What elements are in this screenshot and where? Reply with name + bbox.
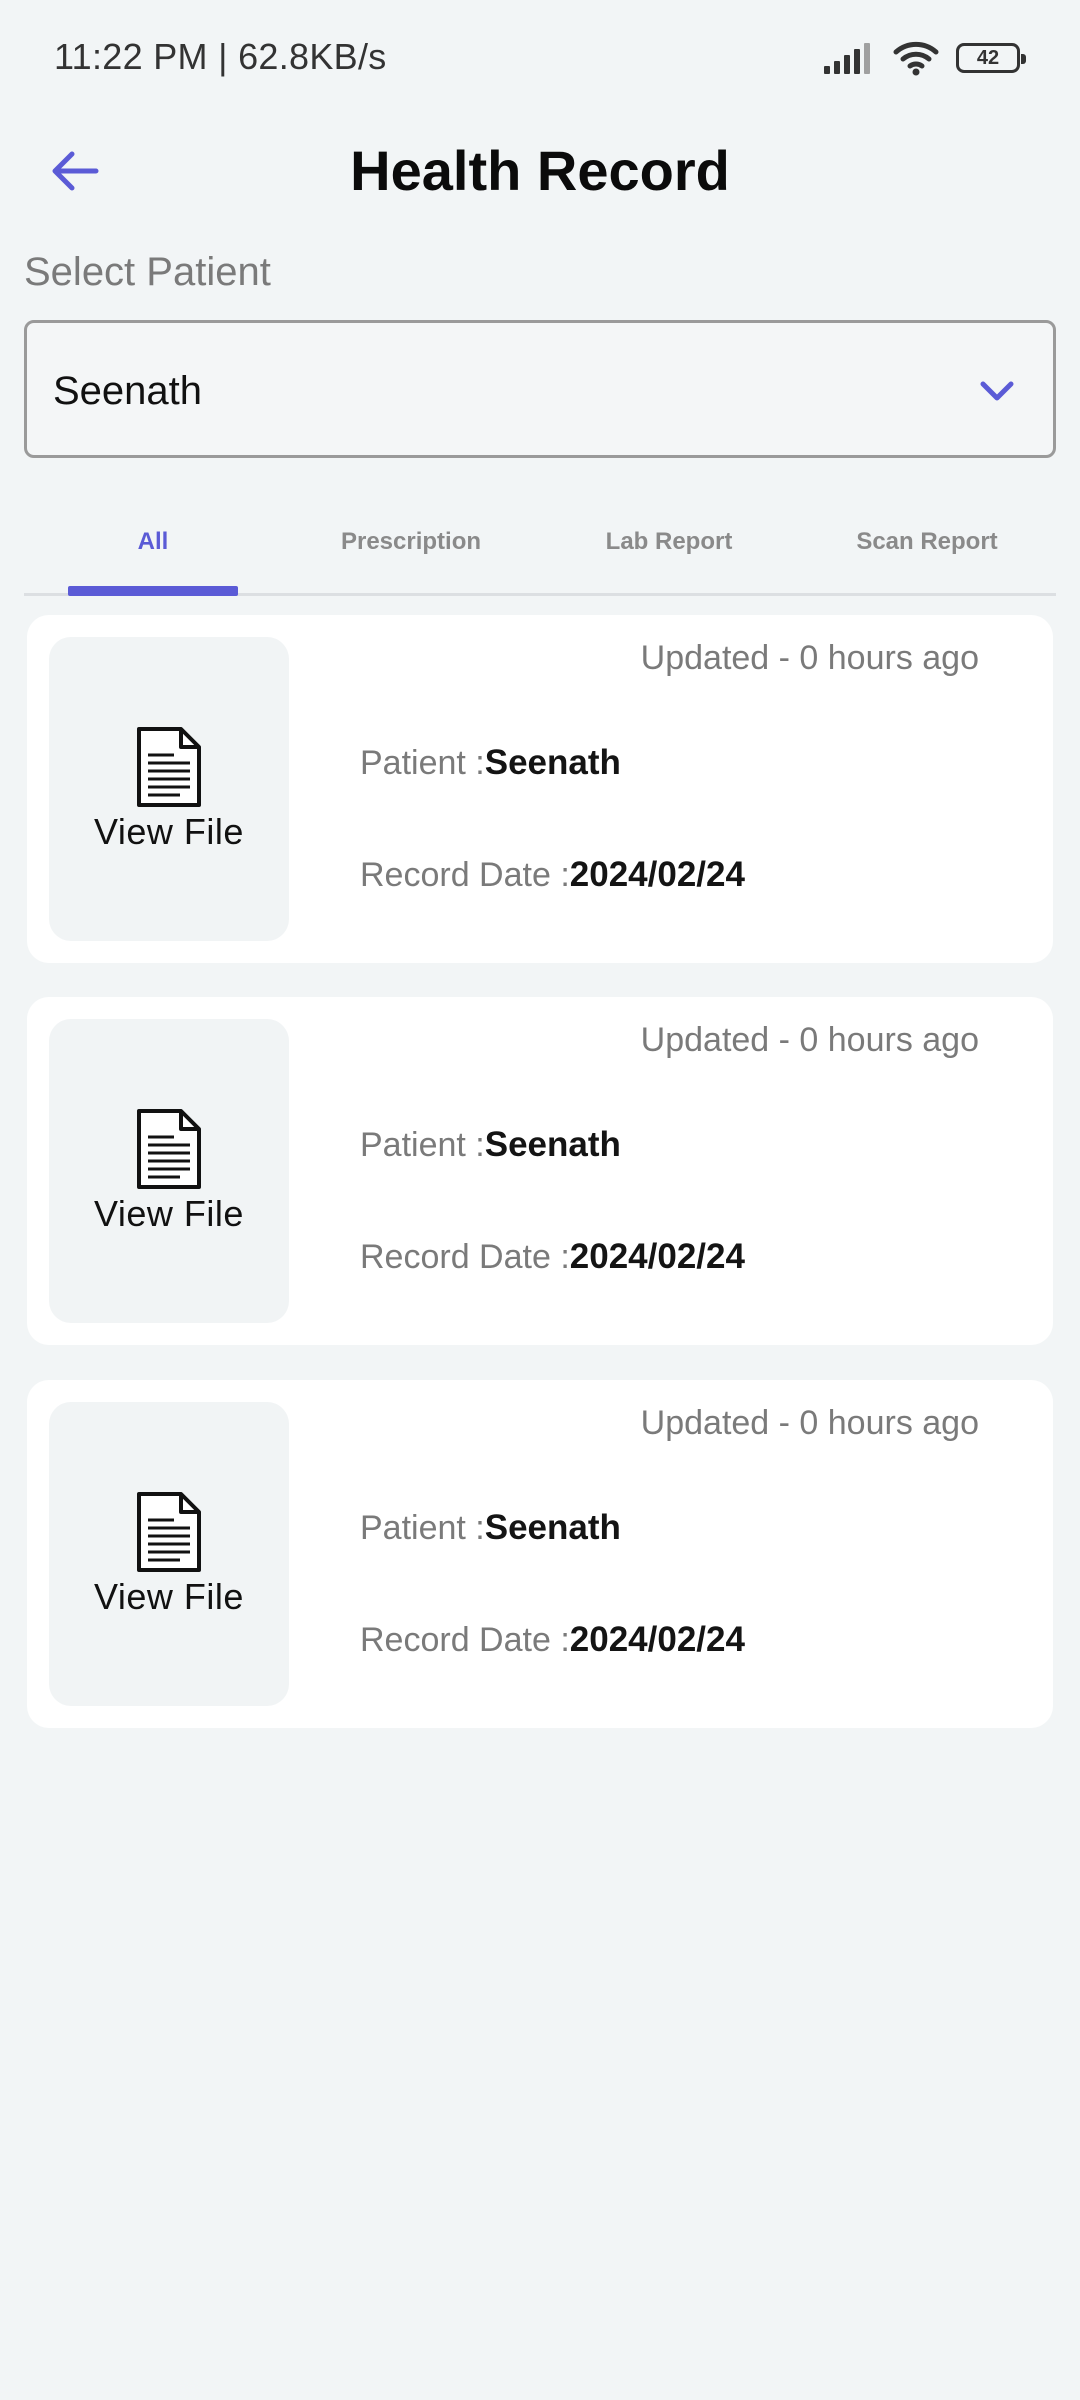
patient-dropdown[interactable]: Seenath [24, 320, 1056, 458]
view-file-button[interactable]: View File [49, 637, 289, 941]
tab-lab-report[interactable]: Lab Report [540, 500, 798, 596]
patient-info: Patient :Seenath [360, 1508, 621, 1548]
tab-indicator [68, 586, 238, 596]
patient-name: Seenath [484, 1508, 621, 1547]
tab-all[interactable]: All [24, 500, 282, 596]
select-patient-label: Select Patient [24, 250, 271, 294]
record-card[interactable]: View File Updated - 0 hours ago Patient … [27, 997, 1053, 1345]
updated-time: Updated - 0 hours ago [640, 1404, 979, 1442]
patient-label: Patient : [360, 1126, 485, 1164]
tab-prescription[interactable]: Prescription [282, 500, 540, 596]
view-file-button[interactable]: View File [49, 1402, 289, 1706]
record-date: 2024/02/24 [569, 1237, 745, 1276]
record-date-info: Record Date :2024/02/24 [360, 855, 745, 895]
battery-level: 42 [976, 46, 1000, 69]
updated-time: Updated - 0 hours ago [640, 639, 979, 677]
updated-time: Updated - 0 hours ago [640, 1021, 979, 1059]
document-icon [137, 1109, 201, 1189]
patient-info: Patient :Seenath [360, 743, 621, 783]
app-bar: Health Record [0, 118, 1080, 222]
record-type-tabs: All Prescription Lab Report Scan Report [24, 500, 1056, 596]
patient-label: Patient : [360, 744, 485, 782]
record-date-info: Record Date :2024/02/24 [360, 1237, 745, 1277]
wifi-icon [893, 41, 939, 76]
document-icon [137, 727, 201, 807]
record-card[interactable]: View File Updated - 0 hours ago Patient … [27, 615, 1053, 963]
status-bar: 11:22 PM | 62.8KB/s 42 [0, 0, 1080, 118]
status-icons: 42 [824, 40, 1026, 76]
record-date: 2024/02/24 [569, 855, 745, 894]
patient-label: Patient : [360, 1509, 485, 1547]
document-icon [137, 1492, 201, 1572]
patient-info: Patient :Seenath [360, 1125, 621, 1165]
status-time: 11:22 PM | 62.8KB/s [54, 36, 387, 77]
battery-icon: 42 [956, 43, 1026, 73]
patient-name: Seenath [484, 743, 621, 782]
record-card[interactable]: View File Updated - 0 hours ago Patient … [27, 1380, 1053, 1728]
patient-dropdown-value: Seenath [53, 369, 203, 413]
signal-icon [824, 43, 870, 74]
record-date: 2024/02/24 [569, 1620, 745, 1659]
view-file-label: View File [94, 1576, 244, 1617]
record-date-label: Record Date : [360, 1238, 570, 1276]
record-date-label: Record Date : [360, 856, 570, 894]
tab-scan-report[interactable]: Scan Report [798, 500, 1056, 596]
view-file-button[interactable]: View File [49, 1019, 289, 1323]
page-title: Health Record [350, 139, 730, 202]
record-date-label: Record Date : [360, 1621, 570, 1659]
view-file-label: View File [94, 811, 244, 852]
view-file-label: View File [94, 1193, 244, 1234]
record-date-info: Record Date :2024/02/24 [360, 1620, 745, 1660]
patient-name: Seenath [484, 1125, 621, 1164]
chevron-down-icon [980, 381, 1014, 401]
